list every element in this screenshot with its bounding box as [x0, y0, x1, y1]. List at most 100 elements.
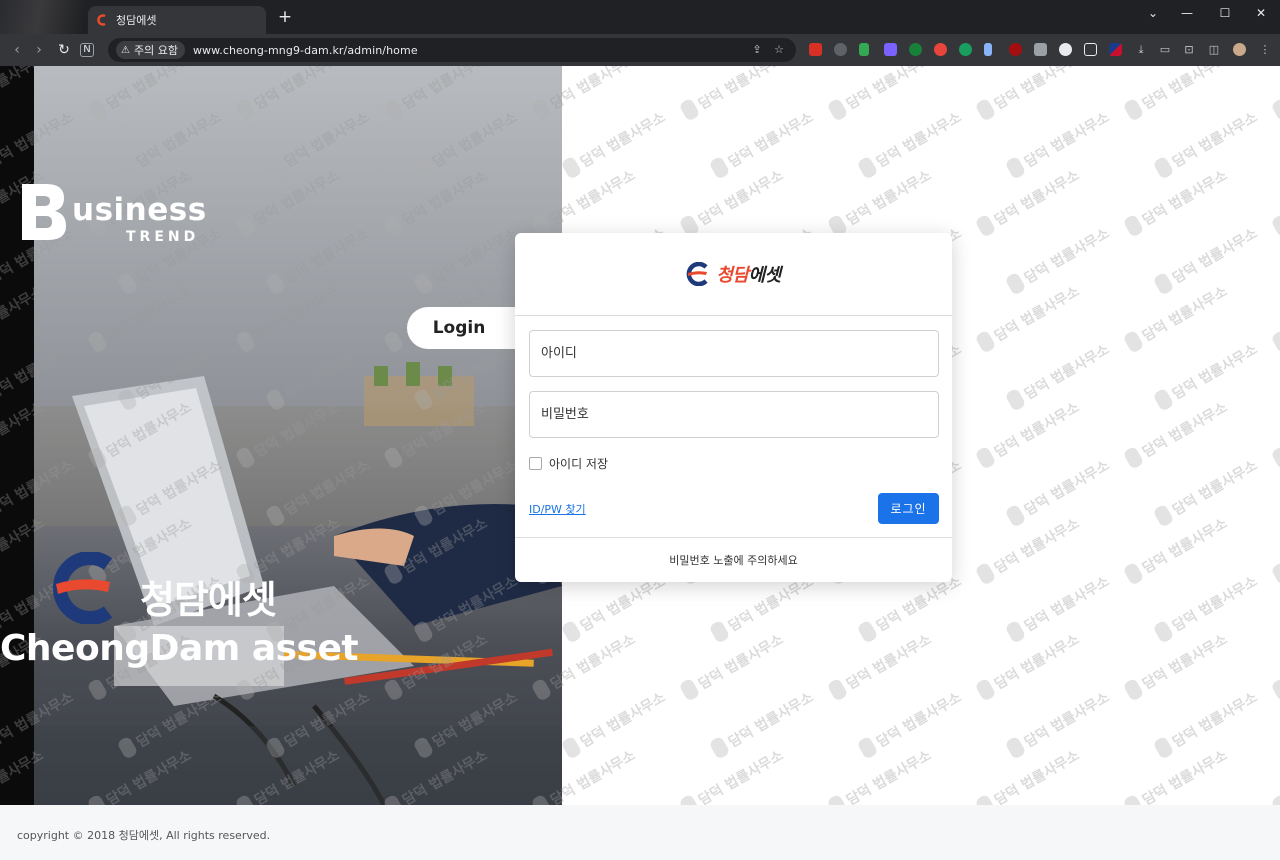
screenshot-icon[interactable]: ⊡ [1182, 43, 1196, 57]
watermark-tile: 담덕 법률사무소 [562, 109, 669, 178]
close-window-icon[interactable]: ✕ [1250, 6, 1272, 20]
url-text[interactable]: www.cheong-mng9-dam.kr/admin/home [193, 44, 418, 57]
svg-text:담덕 법률사무소: 담덕 법률사무소 [1170, 457, 1261, 519]
password-notice-text: 비밀번호 노출에 주의하세요 [669, 554, 798, 567]
svg-text:담덕 법률사무소: 담덕 법률사무소 [1140, 515, 1231, 577]
browser-tab-active[interactable]: 청담에셋 [88, 6, 266, 34]
business-trend-subtitle: TREND [126, 229, 200, 245]
svg-text:담덕 법률사무소: 담덕 법률사무소 [992, 747, 1083, 805]
svg-text:담덕 법률사무소: 담덕 법률사무소 [1170, 689, 1261, 751]
new-tab-button[interactable]: + [276, 8, 294, 26]
extension-icon-6[interactable] [934, 43, 947, 56]
watermark-tile: 담덕 법률사무소 [680, 747, 786, 805]
extension-icon-10[interactable] [1034, 43, 1047, 56]
remember-id-checkbox[interactable] [529, 457, 542, 470]
svg-text:담덕 법률사무소: 담덕 법률사무소 [1022, 109, 1113, 171]
login-tab[interactable]: Login [407, 307, 517, 349]
extension-icon-8[interactable] [984, 43, 992, 56]
brand-title-part1: 청담 [716, 265, 749, 286]
watermark-tile: 담덕 법률사무소 [828, 167, 934, 236]
cheongdam-logo-icon [53, 552, 113, 624]
screen-record-icon[interactable]: ▭ [1158, 43, 1172, 57]
translate-flag-icon[interactable] [1109, 43, 1122, 56]
menu-kebab-icon[interactable]: ⋮ [1258, 43, 1272, 57]
share-icon[interactable]: ⇪ [750, 43, 764, 57]
not-secure-icon: ⚠ [121, 44, 130, 56]
bookmark-star-icon[interactable]: ☆ [772, 43, 786, 57]
watermark-tile: 담덕 법률사무소 [976, 631, 1082, 700]
left-edge-bar [0, 66, 34, 805]
extension-icon-2[interactable] [834, 43, 847, 56]
password-input[interactable] [530, 392, 938, 437]
minimize-icon[interactable]: — [1176, 6, 1198, 20]
svg-text:담덕 법률사무소: 담덕 법률사무소 [1140, 283, 1231, 345]
company-name-korean: 청담에셋 [140, 578, 277, 622]
extension-icon-5[interactable] [909, 43, 922, 56]
extension-icon-9[interactable] [1009, 43, 1022, 56]
watermark-tile: 담덕 법률사무소 [1272, 563, 1280, 584]
svg-text:담덕 법률사무소: 담덕 법률사무소 [696, 66, 787, 113]
tab-title: 청담에셋 [116, 14, 157, 27]
watermark-tile: 담덕 법률사무소 [1124, 66, 1230, 120]
extensions-puzzle-icon[interactable] [1084, 43, 1097, 56]
watermark-tile: 담덕 법률사무소 [858, 689, 964, 758]
svg-text:담덕 법률사무소: 담덕 법률사무소 [1170, 573, 1261, 635]
username-input[interactable] [530, 331, 938, 376]
profile-avatar[interactable] [1233, 43, 1246, 56]
login-submit-button[interactable]: 로그인 [878, 493, 939, 524]
watermark-tile: 담덕 법률사무소 [1124, 167, 1230, 236]
watermark-tile: 담덕 법률사무소 [828, 631, 935, 700]
svg-text:담덕 법률사무소: 담덕 법률사무소 [844, 66, 935, 113]
svg-text:담덕 법률사무소: 담덕 법률사무소 [992, 66, 1083, 113]
camera-extension-icon[interactable] [1059, 43, 1072, 56]
watermark-tile: 담덕 법률사무소 [828, 66, 935, 120]
svg-text:담덕 법률사무소: 담덕 법률사무소 [1170, 109, 1261, 171]
svg-text:담덕 법률사무소: 담덕 법률사무소 [726, 109, 817, 171]
watermark-tile: 담덕 법률사무소 [1124, 399, 1231, 468]
watermark-tile: 담덕 법률사무소 [710, 689, 817, 758]
svg-text:담덕 법률사무소: 담덕 법률사무소 [1170, 341, 1261, 403]
tab-strip-decoration [0, 0, 86, 34]
reload-icon[interactable]: ↻ [55, 41, 73, 59]
browser-tab-bar: 청담에셋 + ⌄ — ☐ ✕ [0, 0, 1280, 34]
tab-search-icon[interactable]: ⌄ [1142, 6, 1164, 20]
svg-text:담덕 법률사무소: 담덕 법률사무소 [992, 515, 1083, 577]
security-warning-chip[interactable]: ⚠ 주의 요함 [116, 41, 185, 59]
forward-icon[interactable]: › [30, 41, 48, 59]
cheongdam-small-logo-icon [687, 262, 708, 286]
svg-text:담덕 법률사무소: 담덕 법률사무소 [726, 689, 817, 751]
svg-text:담덕 법률사무소: 담덕 법률사무소 [992, 399, 1083, 461]
back-icon[interactable]: ‹ [8, 41, 26, 59]
maximize-icon[interactable]: ☐ [1214, 6, 1236, 20]
watermark-tile: 담덕 법률사무소 [1154, 225, 1260, 294]
watermark-tile: 담덕 법률사무소 [828, 747, 934, 805]
remember-id-label[interactable]: 아이디 저장 [549, 455, 608, 472]
svg-text:담덕 법률사무소: 담덕 법률사무소 [696, 631, 787, 693]
login-page: 담덕 법률사무소 담덕 법률사무소 담덕 법률사무소 담덕 법률사무소 담덕 법률사무소… [0, 66, 1280, 805]
reader-mode-icon[interactable]: N [80, 43, 94, 57]
extension-icon-3[interactable] [859, 43, 869, 56]
svg-text:담덕 법률사무소: 담덕 법률사무소 [1140, 399, 1231, 461]
svg-text:담덕 법률사무소: 담덕 법률사무소 [1022, 689, 1113, 751]
site-favicon-icon [97, 14, 106, 26]
watermark-tile: 담덕 법률사무소 [1154, 341, 1261, 410]
watermark-tile: 담덕 법률사무소 [1154, 573, 1261, 642]
watermark-tile: 담덕 법률사무소 [976, 66, 1083, 120]
watermark-tile: 담덕 법률사무소 [858, 109, 964, 178]
hero-image-panel [34, 66, 562, 805]
svg-text:담덕 법률사무소: 담덕 법률사무소 [578, 689, 669, 751]
svg-text:담덕 법률사무소: 담덕 법률사무소 [844, 631, 935, 693]
find-id-pw-link[interactable]: ID/PW 찾기 [529, 501, 586, 517]
watermark-tile: 담덕 법률사무소 [1272, 99, 1280, 120]
svg-text:담덕 법률사무소: 담덕 법률사무소 [578, 109, 669, 171]
side-panel-icon[interactable]: ◫ [1207, 43, 1221, 57]
extension-icon-4[interactable] [884, 43, 897, 56]
watermark-tile: 담덕 법률사무소 [976, 515, 1083, 584]
watermark-tile: 담덕 법률사무소 [976, 747, 1083, 805]
extension-icon-7[interactable] [959, 43, 972, 56]
extension-icon-1[interactable] [809, 43, 822, 56]
address-bar[interactable]: ⚠ 주의 요함 www.cheong-mng9-dam.kr/admin/hom… [108, 38, 796, 62]
download-icon[interactable]: ⤓ [1134, 43, 1148, 57]
watermark-tile: 담덕 법률사무소 [1272, 215, 1280, 236]
svg-text:담덕 법률사무소: 담덕 법률사무소 [1022, 341, 1113, 403]
